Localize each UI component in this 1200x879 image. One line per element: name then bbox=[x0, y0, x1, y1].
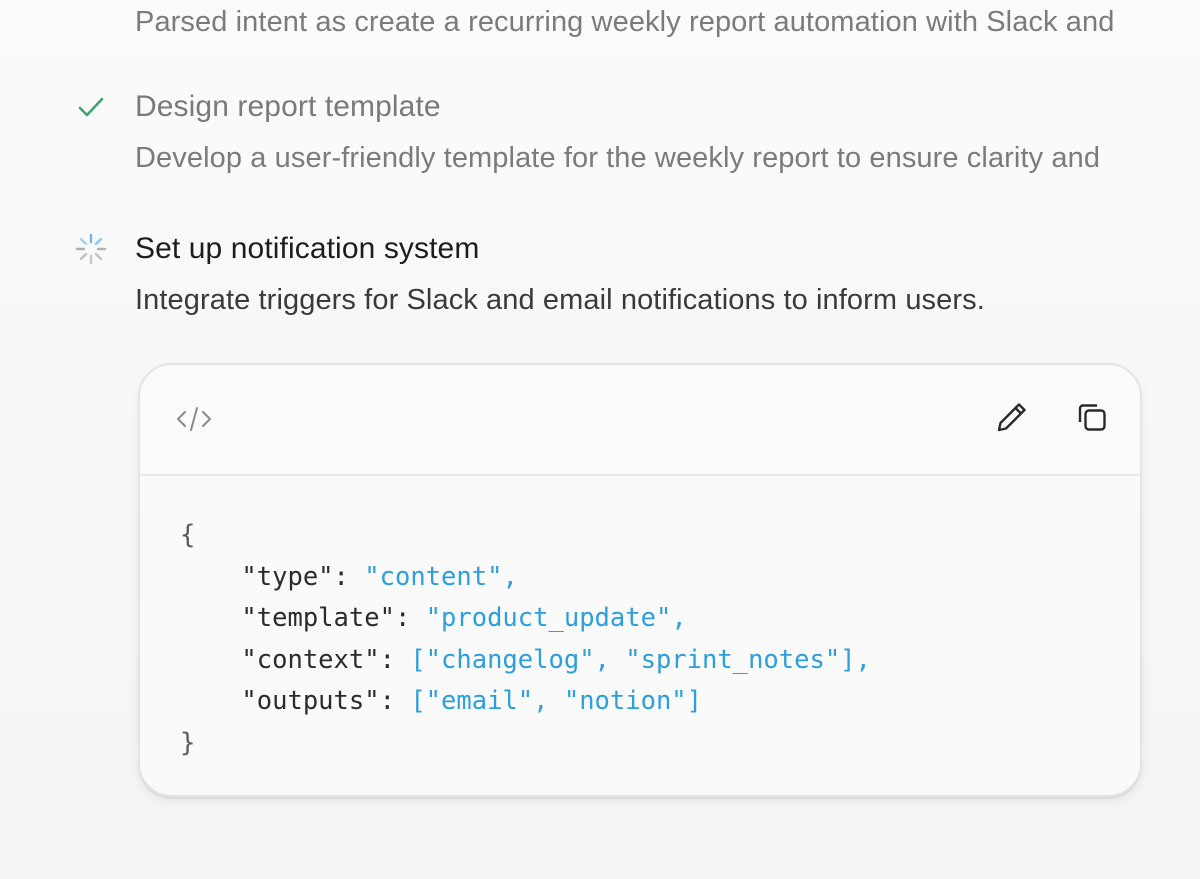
code-key: "template" bbox=[241, 603, 395, 634]
step-set-up-notification-system: Set up notification system Integrate tri… bbox=[0, 222, 1200, 332]
step-design-report-template: Design report template Develop a user-fr… bbox=[0, 80, 1200, 190]
spinner-icon bbox=[74, 232, 108, 266]
code-block: { "type": "content", "template": "produc… bbox=[180, 520, 871, 758]
code-key: "outputs" bbox=[241, 686, 380, 717]
step-description: Integrate triggers for Slack and email n… bbox=[135, 284, 985, 316]
copy-button[interactable] bbox=[1074, 401, 1110, 437]
code-value: ["email", "notion"] bbox=[410, 686, 703, 717]
code-value: ["changelog", "sprint_notes"] bbox=[410, 644, 856, 675]
code-key: "context" bbox=[241, 644, 380, 675]
code-close-brace: } bbox=[180, 727, 196, 758]
code-value: "content" bbox=[364, 561, 503, 592]
code-card-header bbox=[140, 365, 1140, 476]
code-card: { "type": "content", "template": "produc… bbox=[138, 363, 1142, 797]
code-open-brace: { bbox=[180, 520, 196, 550]
code-value: "product_update" bbox=[425, 603, 672, 634]
step-title: Set up notification system bbox=[135, 232, 480, 265]
code-key: "type" bbox=[241, 561, 334, 592]
step-description: Parsed intent as create a recurring week… bbox=[135, 6, 1115, 38]
step-title: Design report template bbox=[135, 90, 441, 123]
copy-icon bbox=[1075, 400, 1109, 439]
check-icon bbox=[74, 90, 108, 124]
step-parse-intent: Parsed intent as create a recurring week… bbox=[0, 0, 1200, 60]
pencil-icon bbox=[995, 400, 1029, 439]
code-icon bbox=[175, 403, 213, 435]
step-description: Develop a user-friendly template for the… bbox=[135, 142, 1101, 174]
edit-button[interactable] bbox=[994, 401, 1030, 437]
